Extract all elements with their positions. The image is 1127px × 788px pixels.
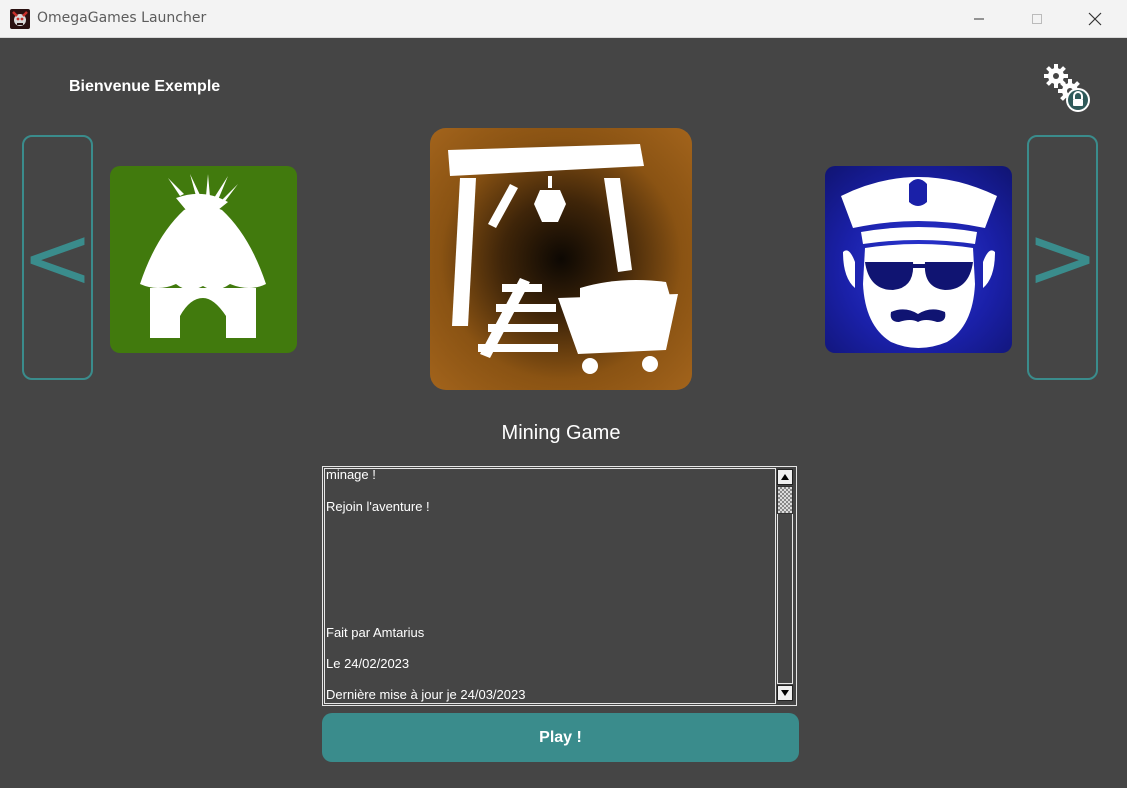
scroll-track[interactable] xyxy=(777,486,793,684)
maximize-icon xyxy=(1032,14,1042,24)
next-arrow-label: > xyxy=(1026,207,1099,308)
game-tile-selected[interactable] xyxy=(430,128,692,390)
police-officer-icon xyxy=(841,177,997,348)
window-title: OmegaGames Launcher xyxy=(37,10,207,26)
description-line: minage ! xyxy=(326,467,376,482)
description-line: Rejoin l'aventure ! xyxy=(326,499,430,514)
locked-gears-icon xyxy=(1044,64,1090,112)
title-bar: OmegaGames Launcher xyxy=(0,0,1127,38)
scroll-up-arrow-icon xyxy=(781,474,789,480)
previous-game-button[interactable]: < xyxy=(21,135,94,380)
mine-cart-icon xyxy=(448,144,678,374)
game-tile-right[interactable] xyxy=(825,166,1012,353)
scroll-thumb[interactable] xyxy=(777,486,793,514)
minimize-icon xyxy=(974,18,984,20)
next-game-button[interactable]: > xyxy=(1026,135,1099,380)
hut-icon xyxy=(140,174,266,338)
description-scrollbar[interactable] xyxy=(775,468,795,704)
scroll-down-button[interactable] xyxy=(777,685,793,701)
close-icon xyxy=(1088,12,1102,26)
minimize-button[interactable] xyxy=(950,0,1008,38)
welcome-text: Bienvenue Exemple xyxy=(69,78,221,95)
description-line: Fait par Amtarius xyxy=(326,625,425,640)
close-button[interactable] xyxy=(1066,0,1124,38)
settings-button[interactable] xyxy=(1040,62,1094,116)
description-line: Dernière mise à jour je 24/03/2023 xyxy=(326,687,526,702)
selected-game-title: Mining Game xyxy=(501,422,621,444)
maximize-button[interactable] xyxy=(1008,0,1066,38)
previous-arrow-label: < xyxy=(21,207,94,308)
scroll-down-arrow-icon xyxy=(781,690,789,696)
description-line: Le 24/02/2023 xyxy=(326,656,410,671)
scroll-up-button[interactable] xyxy=(777,469,793,485)
game-description-box[interactable]: minage ! Rejoin l'aventure ! Fait par Am… xyxy=(322,466,797,706)
game-tile-left[interactable] xyxy=(110,166,297,353)
app-logo-icon xyxy=(10,9,30,29)
play-button[interactable]: Play ! xyxy=(322,713,799,762)
